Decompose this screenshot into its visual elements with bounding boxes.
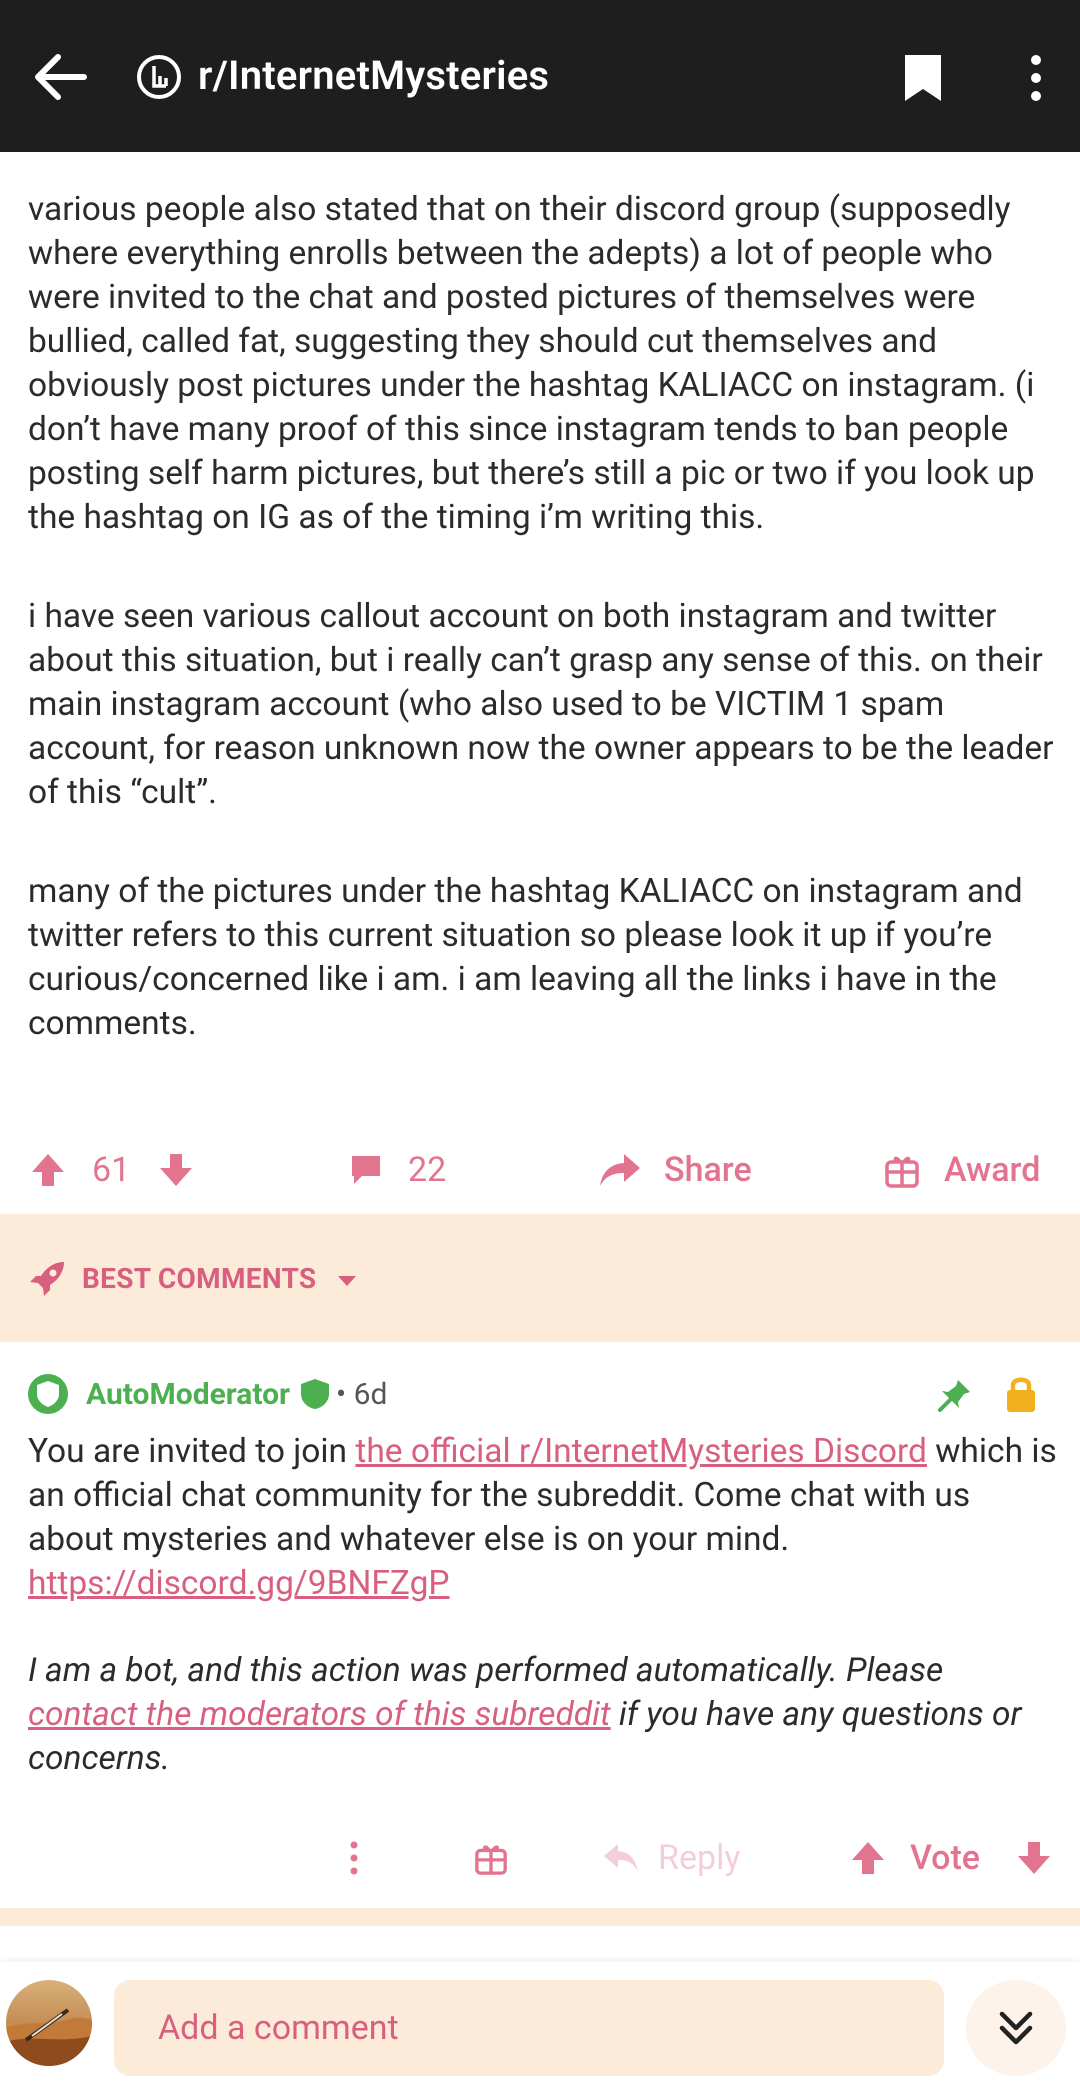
sort-label: BEST COMMENTS (82, 1262, 317, 1295)
subreddit-name[interactable]: r/InternetMysteries (198, 52, 549, 99)
comment-header: AutoModerator • 6d (26, 1372, 387, 1416)
downvote-arrow-icon (1018, 1842, 1050, 1874)
caret-down-icon (337, 1276, 356, 1286)
award-label: Award (944, 1150, 1041, 1190)
sort-selector[interactable]: BEST COMMENTS (82, 1262, 358, 1295)
rocket-icon (30, 1262, 64, 1296)
comment-upvote-button[interactable] (850, 1828, 886, 1888)
reply-button[interactable]: Reply (602, 1828, 740, 1888)
top-app-bar: r/InternetMysteries (0, 0, 1080, 152)
add-comment-input[interactable]: Add a comment (114, 1980, 944, 2076)
score-count: 61 (92, 1150, 131, 1190)
comments-button[interactable]: 22 (348, 1140, 446, 1200)
bot-disclaimer: I am a bot, and this action was performe… (28, 1649, 1058, 1781)
upvote-button[interactable] (30, 1140, 66, 1200)
lock-icon (1007, 1377, 1035, 1412)
share-button[interactable]: Share (598, 1140, 752, 1200)
reply-arrow-icon (604, 1844, 638, 1872)
discord-link[interactable]: the official r/InternetMysteries Discord (355, 1432, 927, 1471)
comment-body: You are invited to join the official r/I… (28, 1430, 1058, 1824)
post-paragraph: various people also stated that on their… (28, 190, 1035, 537)
bookmark-icon[interactable] (902, 52, 944, 104)
pin-icon (938, 1380, 970, 1412)
comments-count: 22 (408, 1150, 447, 1190)
downvote-button[interactable] (158, 1140, 194, 1200)
share-arrow-icon (600, 1154, 640, 1186)
comment-text: You are invited to join (28, 1432, 356, 1471)
comment-author[interactable]: AutoModerator (86, 1377, 290, 1412)
comment-action-bar: Reply Vote (0, 1828, 1080, 1888)
award-button[interactable]: Award (884, 1140, 1040, 1200)
comment-composer: Add a comment (0, 1962, 1080, 2094)
discord-url-link[interactable]: https://discord.gg/9BNFZgP (28, 1564, 450, 1603)
comment-bubble-icon (352, 1156, 380, 1184)
comment-award-button[interactable] (474, 1828, 508, 1888)
double-chevron-down-icon (999, 2011, 1033, 2045)
comment-paragraph: You are invited to join the official r/I… (28, 1430, 1058, 1606)
comment-divider (0, 1908, 1080, 1926)
moderator-shield-icon (301, 1379, 330, 1409)
post-paragraph: i have seen various callout account on b… (28, 597, 1054, 812)
back-arrow-icon[interactable] (30, 50, 90, 104)
vote-label: Vote (910, 1838, 981, 1878)
more-vert-icon (350, 1841, 358, 1875)
subreddit-logo-icon (137, 55, 181, 99)
user-avatar-image (6, 1980, 92, 2066)
comment-downvote-button[interactable] (1016, 1828, 1052, 1888)
downvote-arrow-icon (160, 1154, 192, 1186)
mod-shield-avatar-icon[interactable] (26, 1372, 70, 1416)
gift-icon (475, 1845, 507, 1875)
jump-to-next-comment-button[interactable] (966, 1980, 1066, 2076)
contact-moderators-link[interactable]: contact the moderators of this subreddit (28, 1695, 611, 1734)
more-vert-icon[interactable] (1016, 52, 1056, 104)
post-body: various people also stated that on their… (28, 188, 1058, 1101)
post-action-bar: 61 22 Share Award (0, 1140, 1080, 1200)
upvote-arrow-icon (852, 1842, 884, 1874)
gift-icon (885, 1156, 919, 1188)
comment-more-button[interactable] (346, 1828, 362, 1888)
comment-age: • 6d (336, 1376, 388, 1412)
sort-bar: BEST COMMENTS (0, 1214, 1080, 1342)
share-label: Share (664, 1150, 752, 1190)
reply-label: Reply (658, 1838, 741, 1878)
avatar[interactable] (6, 1980, 92, 2066)
upvote-arrow-icon (32, 1154, 64, 1186)
bot-text: I am a bot, and this action was performe… (28, 1651, 944, 1690)
post-paragraph: many of the pictures under the hashtag K… (28, 872, 1023, 1043)
